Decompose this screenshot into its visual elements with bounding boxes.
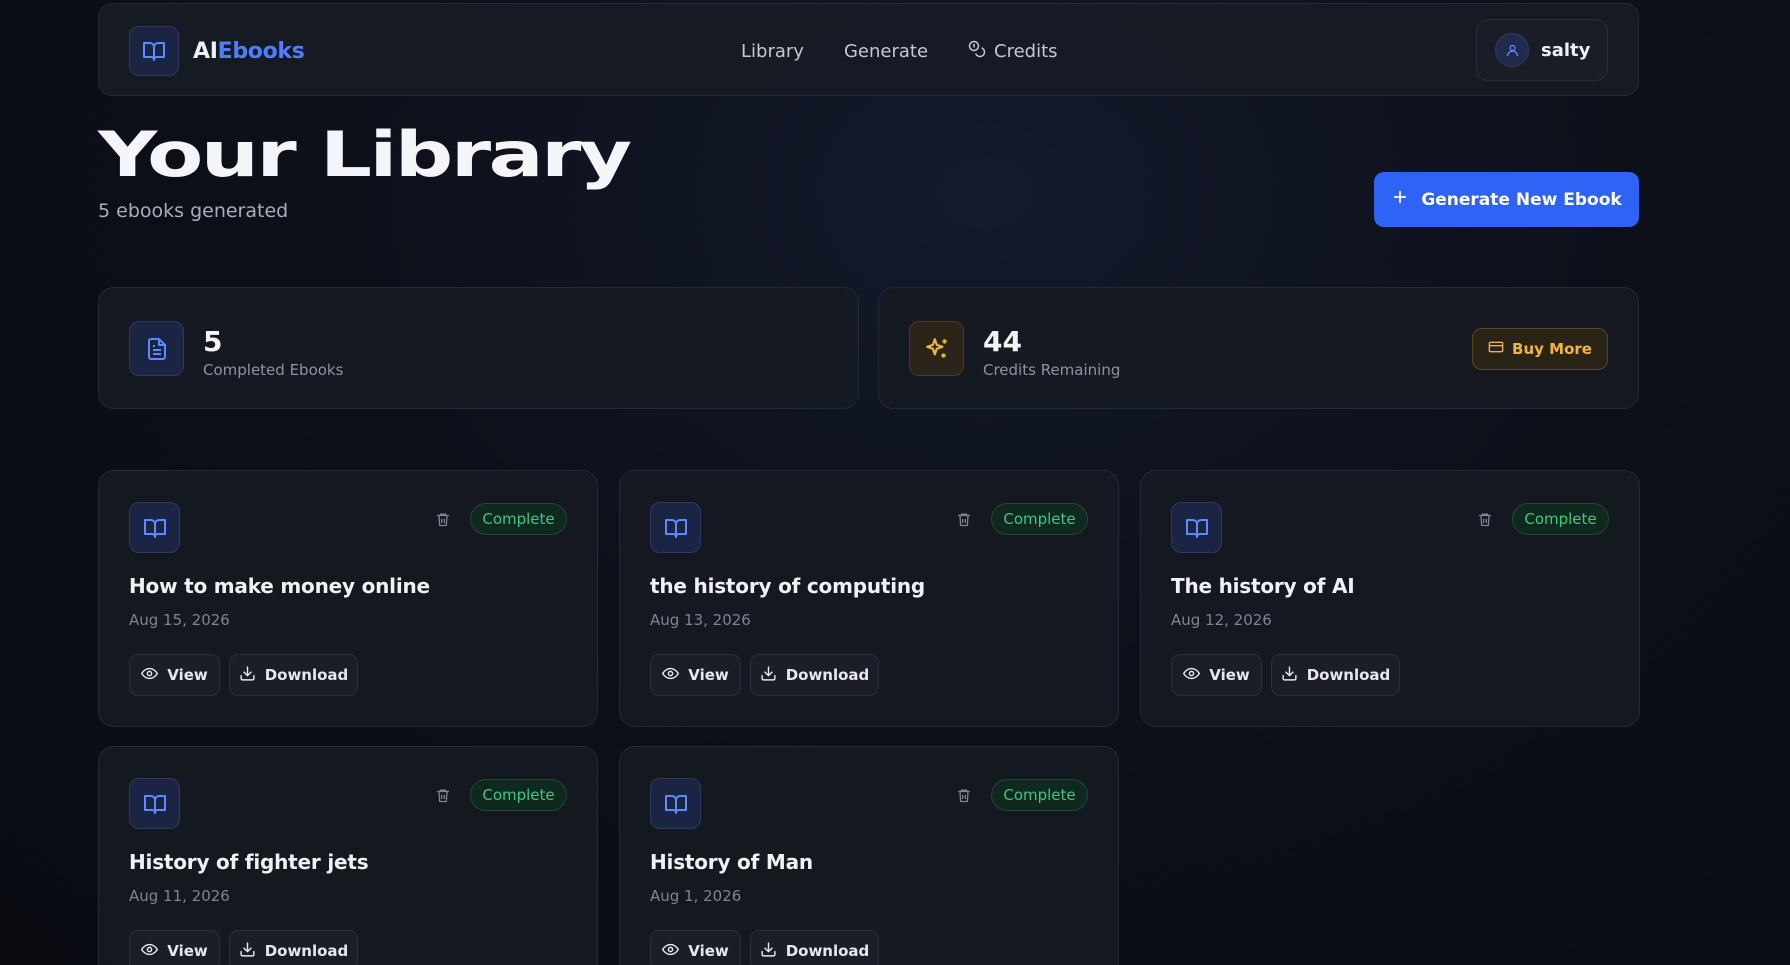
nav-links: Library Generate Credits	[741, 40, 1058, 63]
book-open-icon	[1171, 502, 1222, 553]
ebook-card: Complete History of Man Aug 1, 2026 View…	[619, 746, 1119, 965]
status-badge-label: Complete	[1003, 786, 1076, 804]
ebook-card: Complete The history of AI Aug 12, 2026 …	[1140, 470, 1640, 727]
eye-icon	[141, 941, 159, 962]
completed-ebooks-label: Completed Ebooks	[203, 361, 344, 379]
download-button-label: Download	[264, 942, 349, 960]
view-button-label: View	[1209, 666, 1250, 684]
ebook-title: How to make money online	[129, 574, 430, 598]
eye-icon	[141, 665, 159, 686]
ebook-date: Aug 11, 2026	[129, 887, 230, 905]
buy-more-label: Buy More	[1512, 340, 1592, 358]
download-button[interactable]: Download	[1271, 654, 1400, 696]
eye-icon	[662, 941, 680, 962]
completed-ebooks-stat: 5 Completed Ebooks	[98, 287, 859, 409]
status-badge-label: Complete	[482, 786, 555, 804]
ebook-date: Aug 1, 2026	[650, 887, 742, 905]
brand-logo[interactable]: AIEbooks	[129, 26, 305, 76]
view-button-label: View	[167, 666, 208, 684]
nav-link-library-label: Library	[741, 41, 804, 62]
download-button[interactable]: Download	[229, 930, 358, 965]
download-button-label: Download	[1306, 666, 1391, 684]
download-icon	[239, 941, 256, 962]
ebook-card: Complete the history of computing Aug 13…	[619, 470, 1119, 727]
status-badge: Complete	[991, 779, 1088, 811]
trash-icon[interactable]	[433, 509, 453, 529]
ebook-date: Aug 12, 2026	[1171, 611, 1272, 629]
download-icon	[760, 941, 777, 962]
download-button[interactable]: Download	[750, 930, 879, 965]
trash-icon[interactable]	[1475, 509, 1495, 529]
credits-remaining-stat: 44 Credits Remaining Buy More	[878, 287, 1639, 409]
status-badge-label: Complete	[1003, 510, 1076, 528]
generate-new-ebook-button[interactable]: Generate New Ebook	[1374, 172, 1639, 227]
status-badge-label: Complete	[482, 510, 555, 528]
download-icon	[1281, 665, 1298, 686]
view-button[interactable]: View	[650, 654, 741, 696]
ebook-title: The history of AI	[1171, 574, 1355, 598]
trash-icon[interactable]	[954, 509, 974, 529]
status-badge: Complete	[470, 503, 567, 535]
download-icon	[239, 665, 256, 686]
book-open-icon	[129, 502, 180, 553]
username: salty	[1541, 39, 1591, 61]
page-subtitle: 5 ebooks generated	[98, 200, 289, 222]
plus-icon	[1391, 188, 1409, 211]
status-badge: Complete	[1512, 503, 1609, 535]
eye-icon	[662, 665, 680, 686]
nav-link-credits[interactable]: Credits	[968, 40, 1058, 63]
book-open-icon	[650, 502, 701, 553]
download-button-label: Download	[785, 666, 870, 684]
download-button[interactable]: Download	[750, 654, 879, 696]
nav-link-generate-label: Generate	[843, 41, 929, 62]
book-open-icon	[129, 26, 179, 76]
credit-card-icon	[1488, 339, 1504, 359]
nav-link-library[interactable]: Library	[741, 40, 804, 63]
generate-new-ebook-label: Generate New Ebook	[1421, 189, 1622, 210]
status-badge-label: Complete	[1524, 510, 1597, 528]
sparkles-icon	[909, 321, 964, 376]
book-open-icon	[129, 778, 180, 829]
book-open-icon	[650, 778, 701, 829]
ebook-date: Aug 15, 2026	[129, 611, 230, 629]
view-button[interactable]: View	[650, 930, 741, 965]
trash-icon[interactable]	[954, 785, 974, 805]
status-badge: Complete	[991, 503, 1088, 535]
ebook-title: the history of computing	[650, 574, 926, 598]
view-button[interactable]: View	[1171, 654, 1262, 696]
view-button-label: View	[167, 942, 208, 960]
ebook-card: Complete How to make money online Aug 15…	[98, 470, 598, 727]
eye-icon	[1183, 665, 1201, 686]
view-button-label: View	[688, 942, 729, 960]
page-title: Your Library	[98, 118, 632, 191]
completed-ebooks-count: 5	[203, 325, 223, 358]
status-badge: Complete	[470, 779, 567, 811]
download-icon	[760, 665, 777, 686]
ebook-title: History of fighter jets	[129, 850, 369, 874]
user-icon	[1495, 33, 1529, 67]
view-button-label: View	[688, 666, 729, 684]
download-button[interactable]: Download	[229, 654, 358, 696]
brand-name: AIEbooks	[193, 39, 305, 64]
credits-remaining-count: 44	[983, 325, 1022, 358]
view-button[interactable]: View	[129, 654, 220, 696]
nav-link-credits-label: Credits	[994, 41, 1058, 62]
download-button-label: Download	[785, 942, 870, 960]
coins-icon	[968, 40, 986, 63]
ebook-date: Aug 13, 2026	[650, 611, 751, 629]
brand-suffix: Ebooks	[217, 38, 305, 64]
nav-link-generate[interactable]: Generate	[844, 40, 928, 63]
brand-prefix: AI	[193, 38, 218, 64]
file-text-icon	[129, 321, 184, 376]
buy-more-button[interactable]: Buy More	[1472, 328, 1608, 370]
credits-remaining-label: Credits Remaining	[983, 361, 1121, 379]
ebook-title: History of Man	[650, 850, 813, 874]
download-button-label: Download	[264, 666, 349, 684]
user-menu-button[interactable]: salty	[1476, 19, 1608, 81]
view-button[interactable]: View	[129, 930, 220, 965]
trash-icon[interactable]	[433, 785, 453, 805]
ebook-card: Complete History of fighter jets Aug 11,…	[98, 746, 598, 965]
top-navbar: AIEbooks Library Generate Credits salty	[98, 3, 1639, 96]
